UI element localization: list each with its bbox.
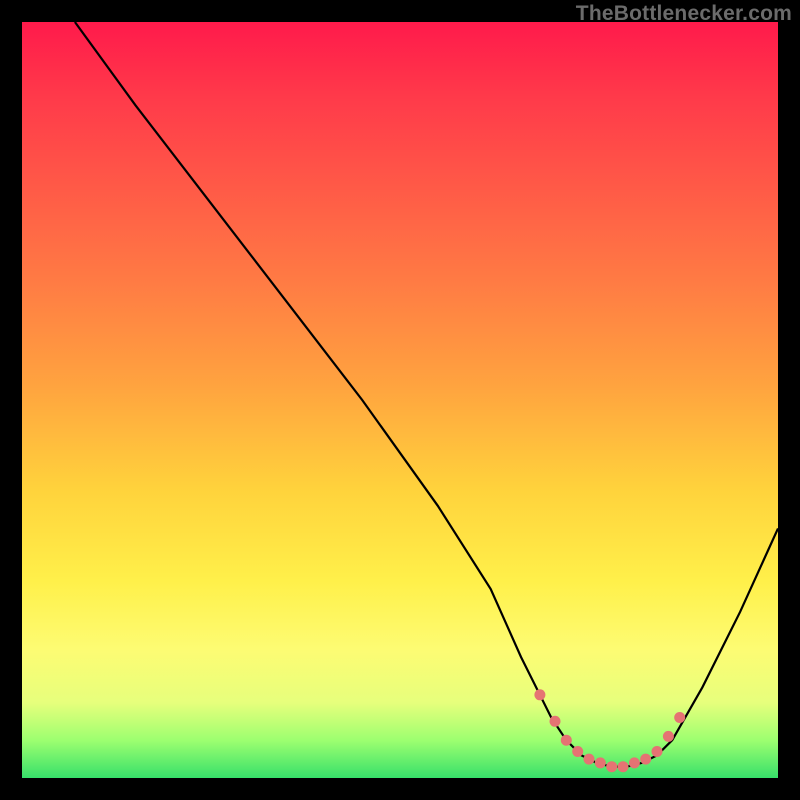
optimal-marker: [584, 754, 595, 765]
optimal-marker: [606, 761, 617, 772]
chart-frame: TheBottlenecker.com: [0, 0, 800, 800]
bottleneck-chart: [22, 22, 778, 778]
optimal-marker: [674, 712, 685, 723]
optimal-marker: [663, 731, 674, 742]
watermark-text: TheBottlenecker.com: [576, 2, 792, 26]
optimal-marker: [572, 746, 583, 757]
chart-plot-area: [22, 22, 778, 778]
optimal-marker: [618, 761, 629, 772]
optimal-marker: [561, 735, 572, 746]
curve-line: [75, 22, 778, 767]
optimal-marker: [640, 754, 651, 765]
optimal-marker: [652, 746, 663, 757]
optimal-marker: [534, 689, 545, 700]
optimal-marker: [629, 757, 640, 768]
optimal-marker: [595, 757, 606, 768]
optimal-range-markers: [534, 689, 685, 772]
optimal-marker: [550, 716, 561, 727]
